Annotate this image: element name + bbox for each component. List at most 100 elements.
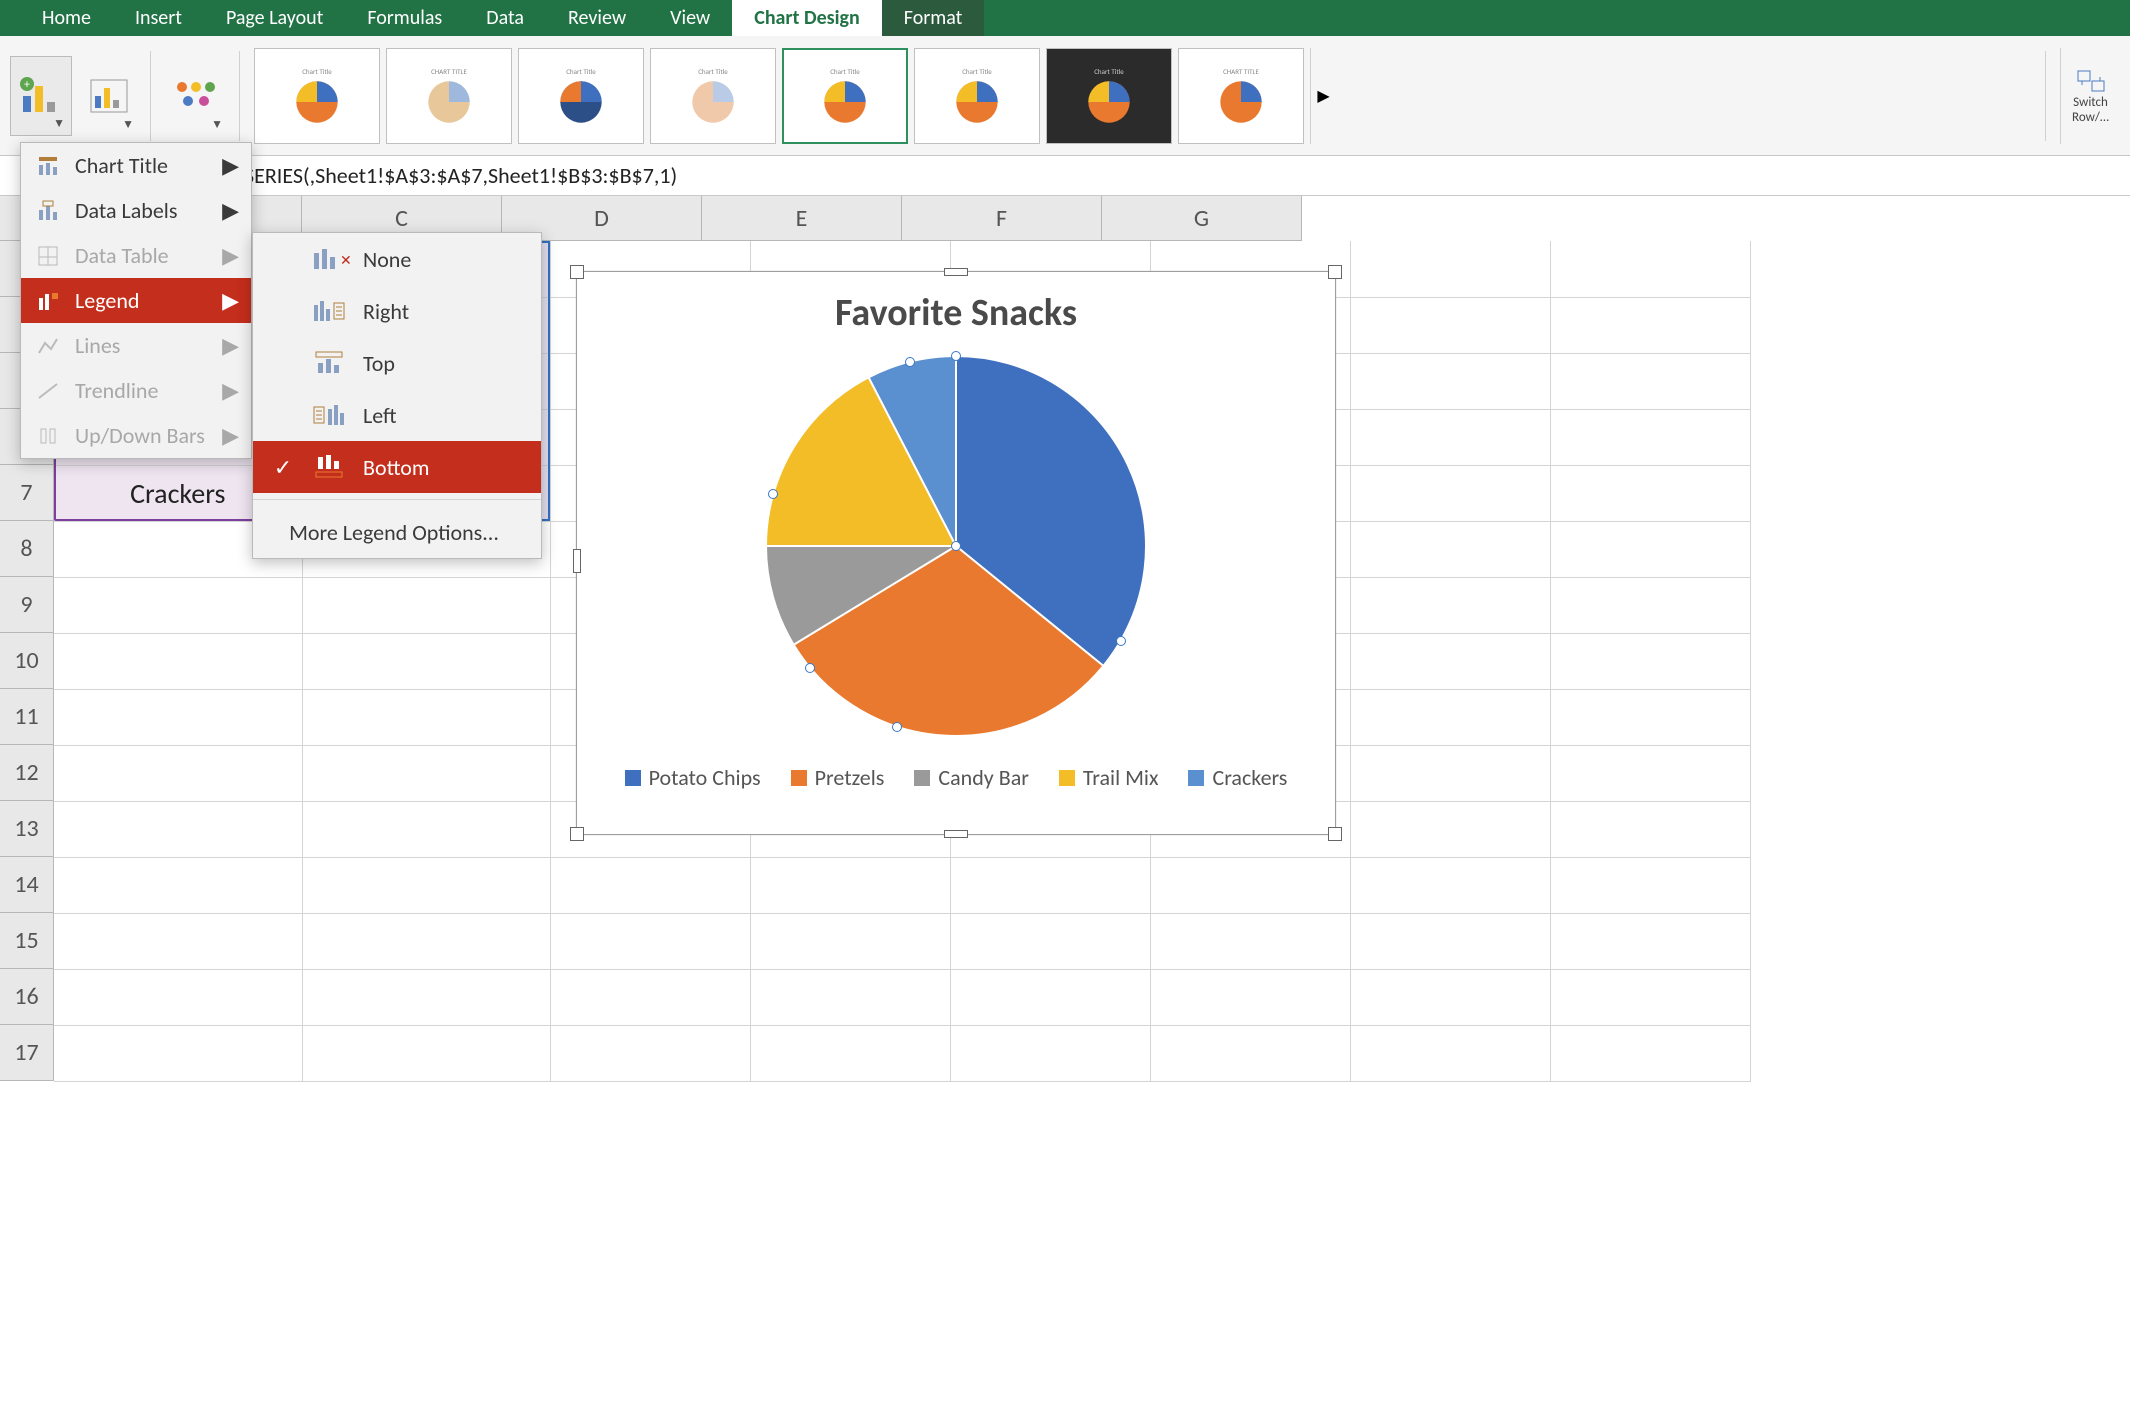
col-header[interactable]: G (1102, 196, 1302, 241)
cell[interactable] (1550, 857, 1750, 913)
row-header[interactable]: 14 (0, 857, 54, 913)
cell[interactable] (1550, 745, 1750, 801)
cell[interactable] (302, 1025, 550, 1081)
cell[interactable] (550, 857, 750, 913)
chart-title[interactable]: Favorite Snacks (577, 290, 1335, 336)
series-selection-handle[interactable] (892, 722, 902, 732)
chart-styles-more-button[interactable]: ▶ (1310, 48, 1336, 144)
cell[interactable] (1350, 689, 1550, 745)
cell[interactable] (1350, 913, 1550, 969)
cell[interactable] (950, 913, 1150, 969)
legend-item[interactable]: Trail Mix (1059, 764, 1159, 791)
cell[interactable] (1350, 297, 1550, 353)
chart-style-5[interactable]: Chart Title (782, 48, 908, 144)
cell[interactable] (750, 857, 950, 913)
menu-item-chart-title[interactable]: Chart Title▶ (21, 143, 251, 188)
change-colors-button[interactable]: ▼ (165, 56, 225, 136)
row-header[interactable]: 15 (0, 913, 54, 969)
cell[interactable] (1150, 857, 1350, 913)
cell[interactable] (1550, 465, 1750, 521)
cell[interactable] (1550, 969, 1750, 1025)
cell[interactable] (1350, 745, 1550, 801)
cell[interactable] (54, 1025, 302, 1081)
series-selection-handle[interactable] (951, 541, 961, 551)
chart-resize-handle[interactable] (573, 549, 581, 573)
cell[interactable] (302, 913, 550, 969)
cell[interactable] (302, 801, 550, 857)
legend-item[interactable]: Potato Chips (625, 764, 761, 791)
cell[interactable] (1350, 409, 1550, 465)
row-header[interactable]: 13 (0, 801, 54, 857)
menu-item-legend-top[interactable]: Top (253, 337, 541, 389)
menu-item-more-legend-options[interactable]: More Legend Options... (253, 506, 541, 558)
cell[interactable] (1550, 633, 1750, 689)
cell[interactable] (750, 1025, 950, 1081)
chart-resize-handle[interactable] (1328, 827, 1342, 841)
cell[interactable] (950, 969, 1150, 1025)
cell[interactable] (1550, 801, 1750, 857)
series-selection-handle[interactable] (768, 489, 778, 499)
cell[interactable] (54, 969, 302, 1025)
legend-item[interactable]: Candy Bar (914, 764, 1029, 791)
cell[interactable] (1350, 633, 1550, 689)
legend-item[interactable]: Pretzels (791, 764, 885, 791)
tab-formulas[interactable]: Formulas (345, 0, 464, 36)
chart-resize-handle[interactable] (1328, 265, 1342, 279)
series-selection-handle[interactable] (951, 351, 961, 361)
cell[interactable] (302, 857, 550, 913)
cell[interactable] (1550, 521, 1750, 577)
row-header[interactable]: 11 (0, 689, 54, 745)
chart-style-7[interactable]: Chart Title (1046, 48, 1172, 144)
menu-item-legend-bottom[interactable]: ✓ Bottom (253, 441, 541, 493)
row-header[interactable]: 7 (0, 465, 54, 521)
cell[interactable] (54, 745, 302, 801)
cell[interactable] (1350, 1025, 1550, 1081)
cell[interactable] (1350, 465, 1550, 521)
chart-style-4[interactable]: Chart Title (650, 48, 776, 144)
cell[interactable] (302, 689, 550, 745)
chart-style-2[interactable]: CHART TITLE (386, 48, 512, 144)
row-header[interactable]: 12 (0, 745, 54, 801)
cell[interactable] (54, 577, 302, 633)
cell[interactable] (1150, 913, 1350, 969)
tab-insert[interactable]: Insert (113, 0, 204, 36)
cell[interactable] (750, 969, 950, 1025)
cell[interactable] (1550, 913, 1750, 969)
row-header[interactable]: 8 (0, 521, 54, 577)
cell[interactable] (1550, 689, 1750, 745)
tab-view[interactable]: View (648, 0, 732, 36)
cell[interactable] (1550, 297, 1750, 353)
tab-page-layout[interactable]: Page Layout (204, 0, 345, 36)
cell[interactable] (1350, 857, 1550, 913)
cell[interactable] (1150, 1025, 1350, 1081)
cell[interactable] (1550, 353, 1750, 409)
cell[interactable] (302, 969, 550, 1025)
cell[interactable] (1550, 1025, 1750, 1081)
row-header[interactable]: 9 (0, 577, 54, 633)
series-selection-handle[interactable] (1116, 636, 1126, 646)
cell[interactable] (750, 913, 950, 969)
row-header[interactable]: 16 (0, 969, 54, 1025)
chart-style-3[interactable]: Chart Title (518, 48, 644, 144)
chart-style-6[interactable]: Chart Title (914, 48, 1040, 144)
cell[interactable] (950, 857, 1150, 913)
cell[interactable] (54, 633, 302, 689)
menu-item-legend[interactable]: Legend▶ (21, 278, 251, 323)
cell[interactable] (54, 913, 302, 969)
cell[interactable] (1350, 353, 1550, 409)
menu-item-legend-left[interactable]: Left (253, 389, 541, 441)
cell[interactable] (1550, 409, 1750, 465)
cell[interactable] (1350, 241, 1550, 297)
cell[interactable] (550, 969, 750, 1025)
cell[interactable] (302, 633, 550, 689)
chart-resize-handle[interactable] (944, 268, 968, 276)
cell[interactable] (54, 857, 302, 913)
switch-row-col-button[interactable]: Switch Row/… (2060, 48, 2120, 144)
tab-review[interactable]: Review (546, 0, 648, 36)
series-selection-handle[interactable] (905, 357, 915, 367)
legend-item[interactable]: Crackers (1188, 764, 1287, 791)
col-header[interactable]: F (902, 196, 1102, 241)
cell[interactable] (54, 801, 302, 857)
cell[interactable] (550, 1025, 750, 1081)
row-header[interactable]: 10 (0, 633, 54, 689)
